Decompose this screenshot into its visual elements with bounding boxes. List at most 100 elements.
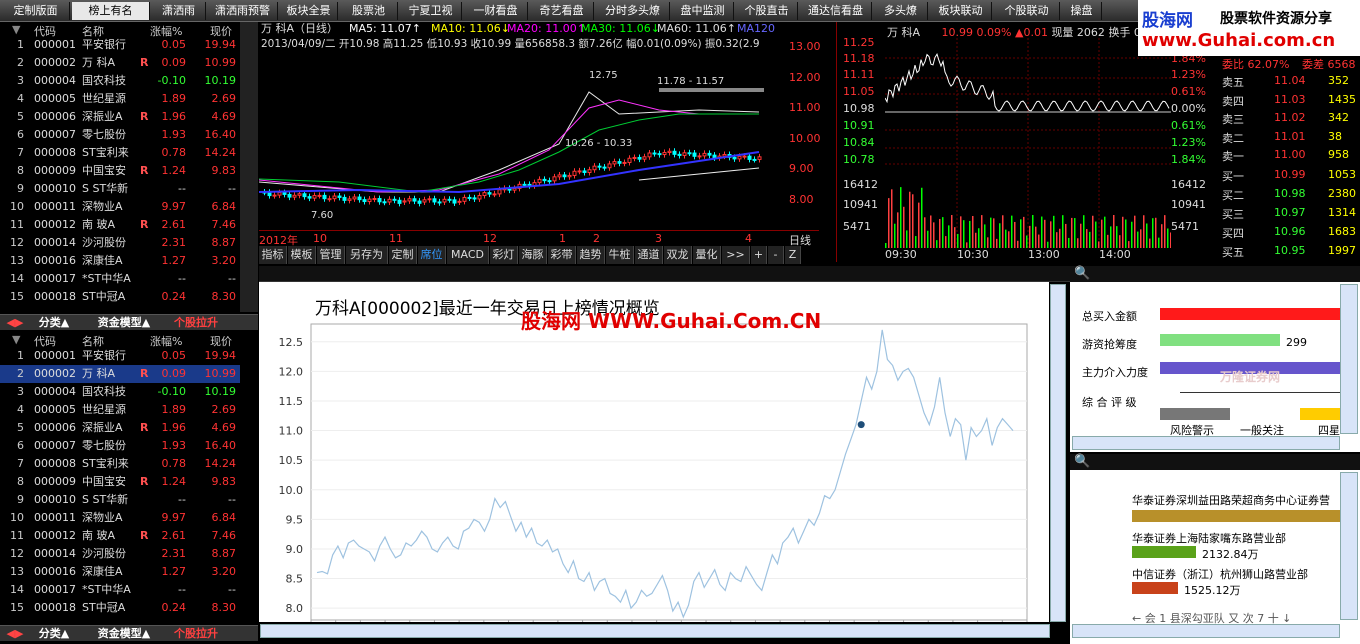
- list-item[interactable]: 4 000005 世纪星源 1.89 2.69: [0, 90, 240, 108]
- list-item[interactable]: 1 000001 平安银行 0.05 19.94: [0, 36, 240, 54]
- list-item[interactable]: 10 000011 深物业A 9.97 6.84: [0, 198, 240, 216]
- kline-tab[interactable]: 彩带: [548, 246, 576, 264]
- intraday-axis-right: 0.00%: [1171, 102, 1206, 115]
- list-item[interactable]: 14 000017 *ST中华A -- --: [0, 581, 240, 599]
- stock-change: --: [178, 272, 186, 285]
- order-diff: 委差 6568: [1302, 58, 1356, 71]
- kline-tab[interactable]: Z: [785, 246, 801, 264]
- list-item[interactable]: 9 000010 S ST华新 -- --: [0, 491, 240, 509]
- rank-flag: R: [140, 110, 149, 123]
- top-tab-4[interactable]: 板块全景: [280, 2, 338, 20]
- list-item[interactable]: 11 000012 南 玻A R 2.61 7.46: [0, 216, 240, 234]
- list-item[interactable]: 12 000014 沙河股份 2.31 8.87: [0, 545, 240, 563]
- kline-tab[interactable]: >>: [722, 246, 750, 264]
- kline-tab[interactable]: 双龙: [664, 246, 692, 264]
- right-hscrollbar-2[interactable]: [1072, 624, 1340, 638]
- horizontal-scrollbar[interactable]: [260, 624, 1050, 638]
- kline-tab[interactable]: 模板: [288, 246, 316, 264]
- kline-tab[interactable]: 通道: [635, 246, 663, 264]
- kline-tab[interactable]: 指标: [259, 246, 287, 264]
- list-item[interactable]: 15 000018 ST中冠A 0.24 8.30: [0, 599, 240, 617]
- top-tab-13[interactable]: 多头燎: [874, 2, 928, 20]
- kline-month-tick: 2: [593, 232, 600, 245]
- list-item[interactable]: 5 000006 深振业A R 1.96 4.69: [0, 108, 240, 126]
- top-tab-12[interactable]: 通达信看盘: [800, 2, 872, 20]
- tab-category[interactable]: 分类▲: [34, 316, 74, 330]
- list-item[interactable]: 6 000007 零七股份 1.93 16.40: [0, 126, 240, 144]
- row-index: 10: [10, 200, 24, 213]
- kline-chart[interactable]: 12.75 11.78 - 11.57 10.26 - 10.33 7.60: [259, 52, 779, 230]
- kline-tab[interactable]: MACD: [447, 246, 489, 264]
- stock-price: 8.87: [211, 547, 237, 560]
- top-tab-11[interactable]: 个股直击: [736, 2, 798, 20]
- right-scrollbar-2[interactable]: [1340, 472, 1358, 620]
- kline-time-axis: 2012年 10 11 12 1 2 3 4 日线: [259, 230, 819, 247]
- top-tab-14[interactable]: 板块联动: [930, 2, 992, 20]
- top-tab-0[interactable]: 定制版面: [2, 2, 70, 20]
- kline-tab[interactable]: 量化: [693, 246, 721, 264]
- row-index: 3: [17, 385, 24, 398]
- vertical-scrollbar[interactable]: [1050, 284, 1066, 622]
- list-item[interactable]: 3 000004 国农科技 -0.10 10.19: [0, 383, 240, 401]
- list-item[interactable]: 3 000004 国农科技 -0.10 10.19: [0, 72, 240, 90]
- list-item[interactable]: 15 000018 ST中冠A 0.24 8.30: [0, 288, 240, 306]
- list-item[interactable]: 7 000008 ST宝利来 0.78 14.24: [0, 455, 240, 473]
- right-scrollbar-1[interactable]: [1340, 284, 1358, 434]
- top-tab-10[interactable]: 盘中监测: [672, 2, 734, 20]
- stock-name: 深物业A: [82, 511, 123, 524]
- list-item[interactable]: 7 000008 ST宝利来 0.78 14.24: [0, 144, 240, 162]
- search-icon[interactable]: 🔍: [1074, 266, 1090, 281]
- top-tab-16[interactable]: 操盘: [1062, 2, 1102, 20]
- list-item[interactable]: 1 000001 平安银行 0.05 19.94: [0, 347, 240, 365]
- tab-category[interactable]: 分类▲: [34, 627, 74, 641]
- list-item[interactable]: 2 000002 万 科A R 0.09 10.99: [0, 365, 240, 383]
- list-item[interactable]: 12 000014 沙河股份 2.31 8.87: [0, 234, 240, 252]
- prev-icon[interactable]: ◀▶: [0, 627, 30, 641]
- kline-tab[interactable]: 趋势: [577, 246, 605, 264]
- top-tab-15[interactable]: 个股联动: [994, 2, 1060, 20]
- kline-tab[interactable]: -: [768, 246, 784, 264]
- top-tab-2[interactable]: 潇洒雨: [152, 2, 206, 20]
- list-item[interactable]: 2 000002 万 科A R 0.09 10.99: [0, 54, 240, 72]
- top-tab-9[interactable]: 分时多头燎: [596, 2, 670, 20]
- tab-fund-model[interactable]: 资金模型▲: [86, 627, 162, 641]
- list-item[interactable]: 9 000010 S ST华新 -- --: [0, 180, 240, 198]
- top-tab-6[interactable]: 宁夏卫视: [400, 2, 462, 20]
- search-icon[interactable]: 🔍: [1074, 454, 1090, 469]
- tab-fund-model[interactable]: 资金模型▲: [86, 316, 162, 330]
- top-tab-7[interactable]: 一财看盘: [464, 2, 528, 20]
- stock-name: 零七股份: [82, 128, 126, 141]
- kline-tab[interactable]: 席位: [418, 246, 446, 264]
- list-item[interactable]: 11 000012 南 玻A R 2.61 7.46: [0, 527, 240, 545]
- tab-stock-rise[interactable]: 个股拉升: [166, 627, 226, 641]
- main-chart-panel: 12.5 12.0 11.5 11.0 10.5 10.0 9.5 9.0 8.5 8.0 万科A[…: [259, 282, 1049, 624]
- list-item[interactable]: 13 000016 深康佳A 1.27 3.20: [0, 563, 240, 581]
- prev-icon[interactable]: ◀▶: [0, 316, 30, 330]
- list-item[interactable]: 8 000009 中国宝安 R 1.24 9.83: [0, 473, 240, 491]
- list-item[interactable]: 8 000009 中国宝安 R 1.24 9.83: [0, 162, 240, 180]
- list-item[interactable]: 10 000011 深物业A 9.97 6.84: [0, 509, 240, 527]
- top-tab-1[interactable]: 榜上有名: [72, 2, 150, 20]
- ask-price: 11.04: [1274, 74, 1306, 87]
- list-item[interactable]: 4 000005 世纪星源 1.89 2.69: [0, 401, 240, 419]
- list-item[interactable]: 13 000016 深康佳A 1.27 3.20: [0, 252, 240, 270]
- list-item[interactable]: 5 000006 深振业A R 1.96 4.69: [0, 419, 240, 437]
- kline-tab[interactable]: 牛桩: [606, 246, 634, 264]
- stock-change: 0.05: [161, 38, 187, 51]
- list-item[interactable]: 14 000017 *ST中华A -- --: [0, 270, 240, 288]
- right-hscrollbar-1[interactable]: [1072, 436, 1340, 450]
- list-item[interactable]: 6 000007 零七股份 1.93 16.40: [0, 437, 240, 455]
- top-tab-8[interactable]: 奇艺看盘: [530, 2, 594, 20]
- sort-icon[interactable]: ▼: [12, 333, 20, 346]
- kline-tab[interactable]: 定制: [389, 246, 417, 264]
- kline-tab[interactable]: 管理: [317, 246, 345, 264]
- kline-tab[interactable]: 海豚: [519, 246, 547, 264]
- sort-icon[interactable]: ▼: [12, 23, 20, 36]
- intraday-chart[interactable]: [885, 38, 1171, 248]
- top-tab-5[interactable]: 股票池: [340, 2, 398, 20]
- kline-tab[interactable]: +: [751, 246, 767, 264]
- tab-stock-rise[interactable]: 个股拉升: [166, 316, 226, 330]
- top-tab-3[interactable]: 潇洒雨预警: [208, 2, 278, 20]
- kline-tab[interactable]: 另存为: [346, 246, 388, 264]
- kline-tab[interactable]: 彩灯: [490, 246, 518, 264]
